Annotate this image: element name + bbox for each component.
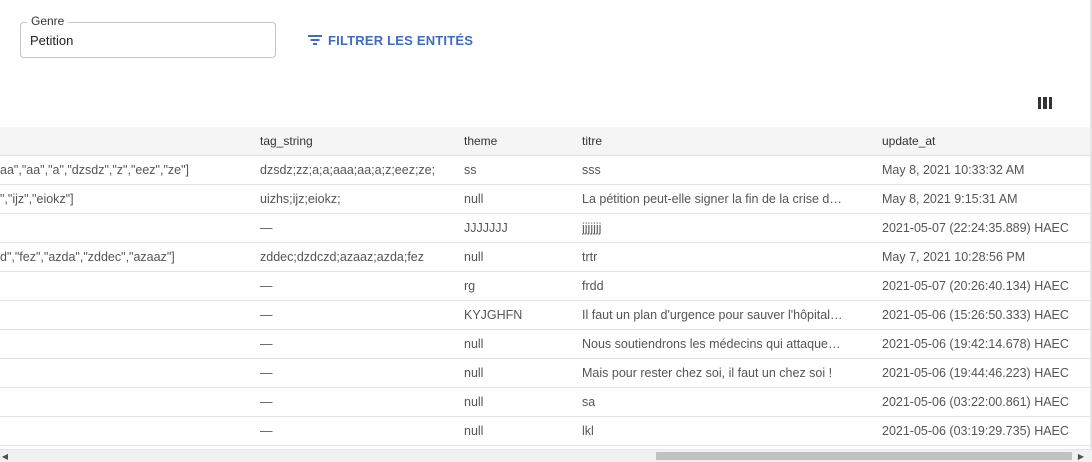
cell-update-at: 2021-05-07 (22:24:35.889) HAEC xyxy=(882,221,1069,235)
table-row[interactable]: — null Mais pour rester chez soi, il faut … xyxy=(0,359,1092,388)
cell-tags xyxy=(0,214,250,242)
view-column-icon[interactable] xyxy=(1036,94,1054,112)
cell-tag-string: zddec;dzdczd;azaaz;azda;fez xyxy=(260,250,424,264)
cell-tag-string: — xyxy=(260,279,273,293)
cell-tag-string: uizhs;ijz;eiokz; xyxy=(260,192,341,206)
cell-titre: Il faut un plan d'urgence pour sauver l'… xyxy=(582,308,843,322)
data-grid: tag_string theme titre update_at aa","aa… xyxy=(0,127,1092,449)
cell-theme: ss xyxy=(464,163,477,177)
column-header-update-at[interactable]: update_at xyxy=(882,127,935,156)
cell-titre: jjjjjjj xyxy=(582,221,602,235)
cell-tags xyxy=(0,417,250,445)
filter-bar: Genre Petition FILTRER LES ENTITÉS xyxy=(0,0,1092,90)
cell-tags xyxy=(0,301,250,329)
table-row[interactable]: — rg frdd 2021-05-07 (20:26:40.134) HAEC xyxy=(0,272,1092,301)
table-row[interactable]: — KYJGHFN Il faut un plan d'urgence pour s… xyxy=(0,301,1092,330)
filter-entities-label: FILTRER LES ENTITÉS xyxy=(328,32,474,48)
scroll-left-arrow-icon[interactable]: ◀ xyxy=(0,452,10,461)
cell-theme: null xyxy=(464,424,484,438)
cell-tag-string: — xyxy=(260,395,273,409)
cell-tags xyxy=(0,359,250,387)
horizontal-scrollbar[interactable]: ◀ ▶ xyxy=(0,449,1092,462)
table-row[interactable]: — JJJJJJJ jjjjjjj 2021-05-07 (22:24:35.889)… xyxy=(0,214,1092,243)
cell-titre: Mais pour rester chez soi, il faut un ch… xyxy=(582,366,833,380)
filter-list-icon xyxy=(308,35,322,45)
cell-update-at: 2021-05-06 (19:42:14.678) HAEC xyxy=(882,337,1069,351)
cell-theme: KYJGHFN xyxy=(464,308,523,322)
column-header-theme[interactable]: theme xyxy=(464,127,497,156)
table-row[interactable]: ","ijz","eiokz"] uizhs;ijz;eiokz; null La p… xyxy=(0,185,1092,214)
cell-update-at: 2021-05-06 (15:26:50.333) HAEC xyxy=(882,308,1069,322)
table-row[interactable]: aa","aa","a","dzsdz","z","eez","ze"] dzsd… xyxy=(0,156,1092,185)
cell-tags xyxy=(0,272,250,300)
cell-tag-string: — xyxy=(260,221,273,235)
cell-tags: d","fez","azda","zddec","azaaz"] xyxy=(0,250,175,264)
genre-select[interactable]: Genre Petition xyxy=(20,14,276,58)
cell-update-at: May 8, 2021 10:33:32 AM xyxy=(882,163,1025,177)
table-row[interactable]: — null sa 2021-05-06 (03:22:00.861) HAEC xyxy=(0,388,1092,417)
cell-theme: null xyxy=(464,366,484,380)
cell-titre: sa xyxy=(582,395,596,409)
cell-theme: null xyxy=(464,192,484,206)
cell-tag-string: — xyxy=(260,337,273,351)
cell-theme: null xyxy=(464,250,484,264)
genre-label: Genre xyxy=(27,14,69,28)
cell-titre: frdd xyxy=(582,279,604,293)
cell-tag-string: — xyxy=(260,366,273,380)
cell-update-at: 2021-05-06 (19:44:46.223) HAEC xyxy=(882,366,1069,380)
cell-theme: JJJJJJJ xyxy=(464,221,508,235)
cell-tag-string: — xyxy=(260,424,273,438)
cell-titre: lkl xyxy=(582,424,594,438)
cell-tags xyxy=(0,388,250,416)
column-header-tag-string[interactable]: tag_string xyxy=(260,127,313,156)
grid-header: tag_string theme titre update_at xyxy=(0,127,1092,156)
cell-update-at: 2021-05-06 (03:22:00.861) HAEC xyxy=(882,395,1069,409)
cell-tags xyxy=(0,330,250,358)
cell-tag-string: dzsdz;zz;a;a;aaa;aa;a;z;eez;ze; xyxy=(260,163,436,177)
column-header-titre[interactable]: titre xyxy=(582,127,602,156)
cell-titre: trtr xyxy=(582,250,598,264)
cell-titre: sss xyxy=(582,163,601,177)
cell-tags: aa","aa","a","dzsdz","z","eez","ze"] xyxy=(0,163,190,177)
table-row[interactable]: — null lkl 2021-05-06 (03:19:29.735) HAEC xyxy=(0,417,1092,446)
scroll-thumb[interactable] xyxy=(656,452,1072,460)
cell-titre: Nous soutiendrons les médecins qui attaq… xyxy=(582,337,841,351)
scroll-right-arrow-icon[interactable]: ▶ xyxy=(1076,452,1086,461)
cell-theme: null xyxy=(464,395,484,409)
filter-entities-button[interactable]: FILTRER LES ENTITÉS xyxy=(304,28,477,52)
cell-theme: null xyxy=(464,337,484,351)
cell-theme: rg xyxy=(464,279,476,293)
cell-update-at: May 8, 2021 9:15:31 AM xyxy=(882,192,1018,206)
cell-titre: La pétition peut-elle signer la fin de l… xyxy=(582,192,842,206)
cell-tags: ","ijz","eiokz"] xyxy=(0,192,74,206)
genre-value: Petition xyxy=(30,33,74,48)
cell-update-at: 2021-05-07 (20:26:40.134) HAEC xyxy=(882,279,1069,293)
cell-update-at: May 7, 2021 10:28:56 PM xyxy=(882,250,1026,264)
table-row[interactable]: d","fez","azda","zddec","azaaz"] zddec;dz… xyxy=(0,243,1092,272)
cell-update-at: 2021-05-06 (03:19:29.735) HAEC xyxy=(882,424,1069,438)
table-row[interactable]: — null Nous soutiendrons les médecins qui … xyxy=(0,330,1092,359)
cell-tag-string: — xyxy=(260,308,273,322)
